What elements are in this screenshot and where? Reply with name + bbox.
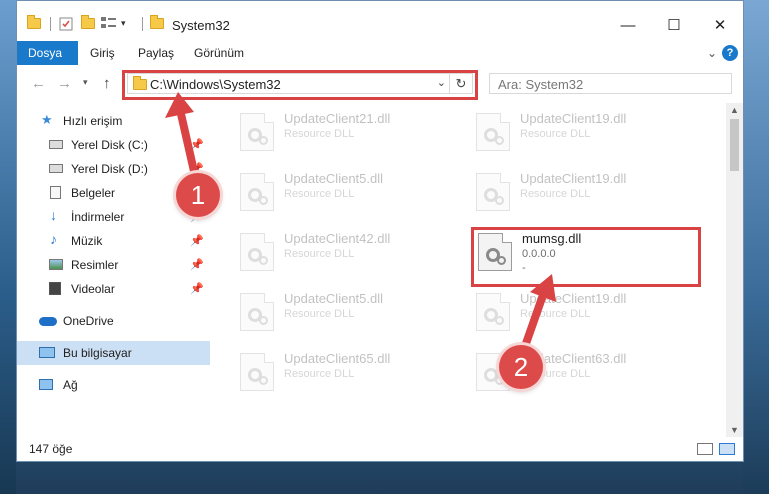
- sidebar-item-network[interactable]: Ağ: [17, 373, 210, 397]
- title-bar: ▾ System32 — ☐ ✕: [17, 1, 743, 41]
- dll-file-icon: [240, 233, 274, 271]
- scrollbar-thumb[interactable]: [730, 119, 739, 171]
- scroll-up-arrow-icon[interactable]: ▲: [726, 105, 743, 115]
- dll-file-icon: [240, 293, 274, 331]
- file-item[interactable]: UpdateClient21.dll Resource DLL: [236, 107, 461, 155]
- status-bar: 147 öğe: [17, 437, 743, 461]
- star-icon: ★: [41, 112, 53, 127]
- sidebar-item-local-disk-c[interactable]: Yerel Disk (C:) 📌: [17, 133, 210, 157]
- scroll-down-arrow-icon[interactable]: ▼: [726, 425, 743, 435]
- title-separator-2: [142, 17, 143, 31]
- window-folder-icon: [150, 14, 164, 31]
- forward-arrow-icon[interactable]: →: [57, 75, 72, 92]
- file-highlight-box: [471, 227, 701, 287]
- address-highlight-box: [122, 70, 478, 100]
- documents-icon: [50, 186, 61, 199]
- sidebar-item-onedrive[interactable]: OneDrive: [17, 309, 210, 333]
- search-placeholder: Ara: System32: [498, 77, 584, 92]
- pictures-icon: [49, 259, 63, 270]
- dll-file-icon: [240, 353, 274, 391]
- item-count: 147 öğe: [29, 442, 73, 456]
- back-arrow-icon[interactable]: ←: [31, 75, 46, 92]
- pin-icon[interactable]: 📌: [190, 282, 204, 295]
- pin-icon[interactable]: 📌: [190, 258, 204, 271]
- properties-icon[interactable]: [59, 15, 73, 31]
- close-button[interactable]: ✕: [697, 11, 743, 41]
- file-item[interactable]: UpdateClient19.dll Resource DLL: [472, 287, 697, 335]
- dll-file-icon: [476, 293, 510, 331]
- file-item[interactable]: UpdateClient42.dll Resource DLL: [236, 227, 461, 275]
- file-item[interactable]: UpdateClient5.dll Resource DLL: [236, 287, 461, 335]
- dll-file-icon: [476, 113, 510, 151]
- sidebar-item-local-disk-d[interactable]: Yerel Disk (D:) 📌: [17, 157, 210, 181]
- tab-paylas[interactable]: Paylaş: [127, 41, 185, 65]
- vertical-scrollbar[interactable]: ▲ ▼: [726, 103, 743, 437]
- ribbon-collapse-icon[interactable]: ⌄: [707, 46, 717, 60]
- file-item[interactable]: UpdateClient65.dll Resource DLL: [236, 347, 461, 395]
- pin-icon[interactable]: 📌: [190, 138, 204, 151]
- computer-icon: [39, 347, 55, 358]
- tab-dosya[interactable]: Dosya: [17, 41, 78, 65]
- window-title: System32: [172, 18, 230, 33]
- tab-gorunum[interactable]: Görünüm: [183, 41, 255, 65]
- large-icons-view-icon[interactable]: [719, 443, 735, 455]
- explorer-window: ▾ System32 — ☐ ✕ Dosya Giriş Paylaş Görü…: [16, 0, 744, 462]
- recent-locations-chevron-icon[interactable]: ▾: [83, 77, 88, 88]
- annotation-badge-2: 2: [499, 345, 543, 389]
- search-input[interactable]: Ara: System32: [489, 73, 732, 94]
- video-icon: [49, 282, 61, 295]
- quick-access-folder-icon[interactable]: [27, 14, 41, 31]
- file-item[interactable]: UpdateClient19.dll Resource DLL: [472, 107, 697, 155]
- sidebar-item-pictures[interactable]: Resimler 📌: [17, 253, 210, 277]
- navigation-pane: ★ Hızlı erişim Yerel Disk (C:) 📌 Yerel D…: [17, 103, 212, 433]
- details-view-icon[interactable]: [697, 443, 713, 455]
- new-folder-icon[interactable]: [81, 14, 95, 31]
- dll-file-icon: [240, 113, 274, 151]
- desktop-background-left: [0, 0, 16, 494]
- dll-file-icon: [240, 173, 274, 211]
- drive-icon: [49, 140, 63, 149]
- music-icon: ♪: [50, 231, 57, 247]
- view-options-icon[interactable]: [101, 15, 117, 31]
- sidebar-item-music[interactable]: ♪ Müzik 📌: [17, 229, 210, 253]
- desktop-background-right: [743, 0, 769, 494]
- download-icon: ↓: [50, 207, 57, 223]
- annotation-badge-1: 1: [176, 173, 220, 217]
- drive-icon: [49, 164, 63, 173]
- up-arrow-icon[interactable]: ↑: [103, 75, 111, 92]
- cloud-icon: [39, 317, 57, 326]
- help-button[interactable]: ?: [722, 45, 738, 61]
- network-icon: [39, 379, 53, 390]
- pin-icon[interactable]: 📌: [190, 234, 204, 247]
- title-separator: [50, 17, 51, 31]
- minimize-button[interactable]: —: [605, 11, 651, 41]
- file-item[interactable]: UpdateClient19.dll Resource DLL: [472, 167, 697, 215]
- sidebar-item-videos[interactable]: Videolar 📌: [17, 277, 210, 301]
- tab-giris[interactable]: Giriş: [79, 41, 126, 65]
- file-item[interactable]: UpdateClient5.dll Resource DLL: [236, 167, 461, 215]
- sidebar-item-quick-access[interactable]: ★ Hızlı erişim: [17, 109, 210, 133]
- sidebar-item-this-pc[interactable]: Bu bilgisayar: [17, 341, 210, 365]
- dll-file-icon: [476, 173, 510, 211]
- customize-toolbar-chevron-icon[interactable]: ▾: [121, 15, 126, 31]
- maximize-button[interactable]: ☐: [651, 11, 697, 41]
- ribbon: Dosya Giriş Paylaş Görünüm ⌄ ?: [17, 41, 743, 66]
